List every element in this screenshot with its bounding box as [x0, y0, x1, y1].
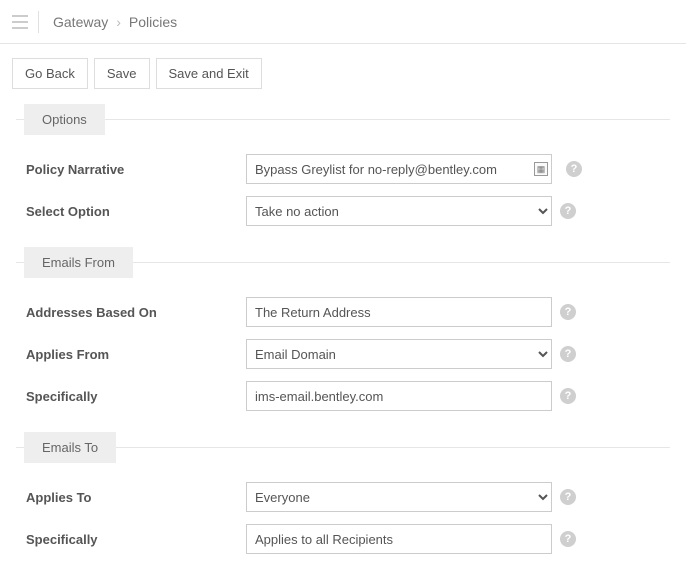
breadcrumb-item-gateway[interactable]: Gateway	[53, 14, 108, 30]
section-tab-emails-from: Emails From	[24, 247, 133, 278]
help-icon[interactable]: ?	[566, 161, 582, 177]
action-buttons: Go Back Save Save and Exit	[0, 44, 686, 99]
section-tab-options: Options	[24, 104, 105, 135]
row-applies-to: Applies To Everyone ?	[16, 476, 670, 518]
divider	[38, 11, 39, 33]
help-icon[interactable]: ?	[560, 304, 576, 320]
specifically-to-input[interactable]	[246, 524, 552, 554]
label-policy-narrative: Policy Narrative	[26, 162, 246, 177]
addresses-based-on-input[interactable]	[246, 297, 552, 327]
label-addresses-based-on: Addresses Based On	[26, 305, 246, 320]
label-applies-from: Applies From	[26, 347, 246, 362]
contact-card-icon: ▦	[534, 162, 548, 176]
save-button[interactable]: Save	[94, 58, 150, 89]
help-icon[interactable]: ?	[560, 346, 576, 362]
applies-to-dropdown[interactable]: Everyone	[246, 482, 552, 512]
breadcrumb: Gateway › Policies	[53, 14, 177, 30]
help-icon[interactable]: ?	[560, 531, 576, 547]
label-specifically-to: Specifically	[26, 532, 246, 547]
row-policy-narrative: Policy Narrative ▦ ?	[16, 148, 670, 190]
topbar: Gateway › Policies	[0, 0, 686, 44]
section-tab-emails-to: Emails To	[24, 432, 116, 463]
help-icon[interactable]: ?	[560, 388, 576, 404]
specifically-from-input[interactable]	[246, 381, 552, 411]
label-select-option: Select Option	[26, 204, 246, 219]
row-specifically-to: Specifically ?	[16, 518, 670, 560]
save-and-exit-button[interactable]: Save and Exit	[156, 58, 262, 89]
row-addresses-based-on: Addresses Based On ?	[16, 291, 670, 333]
row-specifically-from: Specifically ?	[16, 375, 670, 417]
select-option-dropdown[interactable]: Take no action	[246, 196, 552, 226]
section-options: Options Policy Narrative ▦ ? Select Opti…	[16, 119, 670, 232]
help-icon[interactable]: ?	[560, 203, 576, 219]
hamburger-icon[interactable]	[12, 15, 28, 29]
row-select-option: Select Option Take no action ?	[16, 190, 670, 232]
label-specifically-from: Specifically	[26, 389, 246, 404]
chevron-right-icon: ›	[116, 14, 121, 30]
breadcrumb-item-policies[interactable]: Policies	[129, 14, 177, 30]
row-applies-from: Applies From Email Domain ?	[16, 333, 670, 375]
section-emails-from: Emails From Addresses Based On ? Applies…	[16, 262, 670, 417]
policy-narrative-input[interactable]	[246, 154, 552, 184]
applies-from-dropdown[interactable]: Email Domain	[246, 339, 552, 369]
help-icon[interactable]: ?	[560, 489, 576, 505]
label-applies-to: Applies To	[26, 490, 246, 505]
go-back-button[interactable]: Go Back	[12, 58, 88, 89]
section-emails-to: Emails To Applies To Everyone ? Specific…	[16, 447, 670, 560]
